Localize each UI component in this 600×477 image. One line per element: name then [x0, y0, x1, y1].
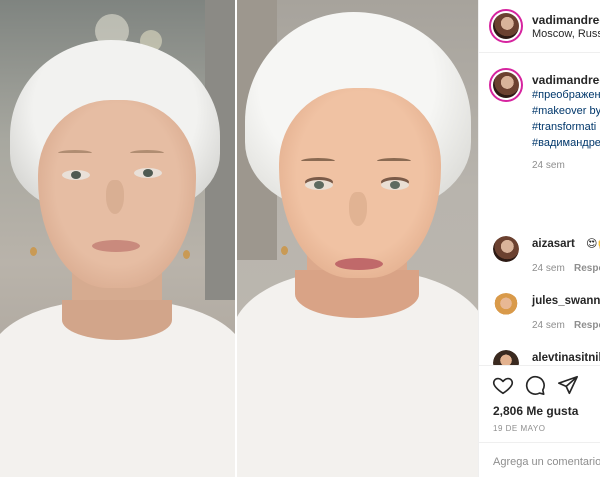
earring	[30, 247, 37, 256]
caption-avatar[interactable]	[489, 68, 523, 102]
commenter-avatar[interactable]	[493, 236, 519, 262]
earring	[183, 250, 190, 259]
comment-input[interactable]: Agrega un comentario	[493, 456, 600, 468]
post-location[interactable]: Moscow, Russia	[532, 28, 600, 40]
face	[279, 88, 441, 278]
add-comment-bar: Agrega un comentario	[479, 442, 600, 477]
caption-time[interactable]: 24 sem	[532, 160, 565, 171]
post-date[interactable]: 19 DE MAYO	[493, 424, 545, 433]
commenter-username[interactable]: alevtinasitnik	[532, 352, 600, 364]
nose	[106, 180, 124, 214]
commenter-avatar[interactable]	[493, 293, 519, 319]
reply-button[interactable]: Respo	[574, 320, 600, 331]
comment-icon[interactable]	[524, 374, 546, 396]
comment-time[interactable]: 24 sem	[532, 320, 565, 331]
left-eye	[62, 170, 90, 180]
caption-hashtag[interactable]: #transformati	[532, 121, 596, 133]
left-eye	[305, 180, 333, 190]
author-avatar[interactable]	[489, 9, 523, 43]
nose	[349, 192, 367, 226]
before-photo-panel	[0, 0, 235, 477]
right-eyebrow	[130, 150, 164, 156]
post-header: vadimandreev Moscow, Russia	[479, 0, 600, 53]
caption-hashtag[interactable]: #вадимандре	[532, 137, 600, 149]
left-eyebrow	[301, 158, 335, 164]
right-eyebrow	[377, 158, 411, 164]
post-photo[interactable]	[0, 0, 478, 477]
author-username[interactable]: vadimandreev	[532, 13, 600, 27]
reply-button[interactable]: Respo	[574, 263, 600, 274]
likes-count[interactable]: 2,806 Me gusta	[493, 404, 578, 418]
caption-hashtag[interactable]: #преображение	[532, 89, 600, 101]
post-sidebar: vadimandreev Moscow, Russia vadimandreev…	[478, 0, 600, 477]
mouth	[92, 240, 140, 252]
left-eyebrow	[58, 150, 92, 156]
right-eye	[134, 168, 162, 178]
commenter-username[interactable]: jules_swannie	[532, 295, 600, 307]
send-icon[interactable]	[557, 374, 579, 396]
after-photo-panel	[237, 0, 478, 477]
commenter-username[interactable]: aizasart	[532, 238, 575, 250]
earring	[281, 246, 288, 255]
comment-time[interactable]: 24 sem	[532, 263, 565, 274]
comment-text: 😍🙌	[586, 238, 600, 250]
caption-username[interactable]: vadimandreev	[532, 73, 600, 87]
heart-icon[interactable]	[492, 374, 514, 396]
neckline	[62, 300, 172, 340]
right-eye	[381, 180, 409, 190]
mouth	[335, 258, 383, 270]
caption-hashtag[interactable]: #makeover by	[532, 105, 600, 117]
